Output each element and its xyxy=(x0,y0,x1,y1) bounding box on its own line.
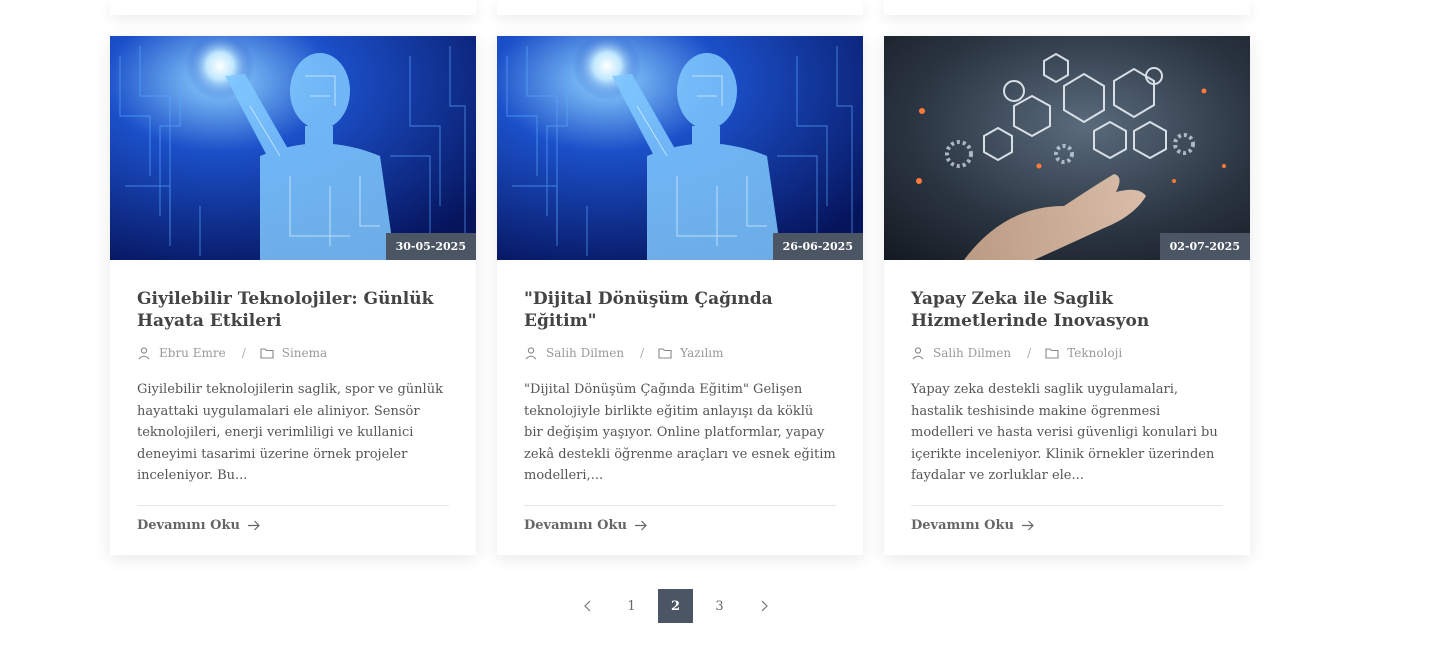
arrow-right-icon xyxy=(247,520,260,530)
circuit-human-image xyxy=(497,36,863,260)
arrow-right-icon xyxy=(634,520,647,530)
folder-icon xyxy=(1045,348,1059,359)
folder-icon xyxy=(260,348,274,359)
page-link-1[interactable]: 1 xyxy=(614,589,649,623)
chevron-right-icon xyxy=(761,600,768,612)
read-more-link[interactable]: Devamını Oku xyxy=(524,518,647,533)
divider xyxy=(137,504,449,506)
previous-card-bottom xyxy=(110,0,476,15)
post-card[interactable]: 30-05-2025 Giyilebilir Teknolojiler: Gün… xyxy=(110,36,476,555)
post-excerpt: "Dijital Dönüşüm Çağında Eğitim" Gelişen… xyxy=(524,382,836,483)
post-meta: Ebru Emre / Sinema xyxy=(137,346,449,360)
meta-separator: / xyxy=(640,346,645,360)
post-author[interactable]: Salih Dilmen xyxy=(546,346,624,360)
post-author[interactable]: Ebru Emre xyxy=(159,346,226,360)
user-icon xyxy=(912,347,924,360)
post-card[interactable]: 02-07-2025 Yapay Zeka ile Saglik Hizmetl… xyxy=(884,36,1250,555)
user-icon xyxy=(525,347,537,360)
post-image[interactable]: 26-06-2025 xyxy=(497,36,863,260)
divider xyxy=(911,504,1223,506)
post-card[interactable]: 26-06-2025 "Dijital Dönüşüm Çağında Eğit… xyxy=(497,36,863,555)
pagination: 1 2 3 xyxy=(570,589,790,623)
meta-separator: / xyxy=(241,346,246,360)
prev-page-button[interactable] xyxy=(570,589,605,623)
next-page-button[interactable] xyxy=(746,589,781,623)
post-date-badge: 30-05-2025 xyxy=(385,233,476,260)
post-excerpt: Giyilebilir teknolojilerin saglik, spor … xyxy=(137,382,443,483)
folder-icon xyxy=(658,348,672,359)
previous-card-bottom xyxy=(884,0,1250,15)
divider xyxy=(524,504,836,506)
arrow-right-icon xyxy=(1021,520,1034,530)
previous-card-bottom xyxy=(497,0,863,15)
meta-separator: / xyxy=(1027,346,1032,360)
post-category[interactable]: Sinema xyxy=(282,346,327,360)
chevron-left-icon xyxy=(583,600,590,612)
post-image[interactable]: 30-05-2025 xyxy=(110,36,476,260)
post-date-badge: 02-07-2025 xyxy=(1159,233,1250,260)
page-link-2-current[interactable]: 2 xyxy=(658,589,693,623)
hand-hexagons-image xyxy=(884,36,1250,260)
post-image[interactable]: 02-07-2025 xyxy=(884,36,1250,260)
post-title[interactable]: "Dijital Dönüşüm Çağında Eğitim" xyxy=(524,288,836,332)
read-more-label: Devamını Oku xyxy=(911,517,1014,533)
read-more-label: Devamını Oku xyxy=(137,517,240,533)
post-category[interactable]: Teknoloji xyxy=(1067,346,1122,360)
post-author[interactable]: Salih Dilmen xyxy=(933,346,1011,360)
post-title[interactable]: Giyilebilir Teknolojiler: Günlük Hayata … xyxy=(137,288,449,332)
read-more-label: Devamını Oku xyxy=(524,517,627,533)
post-excerpt: Yapay zeka destekli saglik uygulamalari,… xyxy=(911,382,1218,483)
read-more-link[interactable]: Devamını Oku xyxy=(137,518,260,533)
read-more-link[interactable]: Devamını Oku xyxy=(911,518,1034,533)
user-icon xyxy=(138,347,150,360)
post-meta: Salih Dilmen / Teknoloji xyxy=(911,346,1223,360)
post-date-badge: 26-06-2025 xyxy=(772,233,863,260)
circuit-human-image xyxy=(110,36,476,260)
post-meta: Salih Dilmen / Yazılım xyxy=(524,346,836,360)
page-link-3[interactable]: 3 xyxy=(702,589,737,623)
post-category[interactable]: Yazılım xyxy=(680,346,723,360)
post-title[interactable]: Yapay Zeka ile Saglik Hizmetlerinde Inov… xyxy=(911,288,1223,332)
